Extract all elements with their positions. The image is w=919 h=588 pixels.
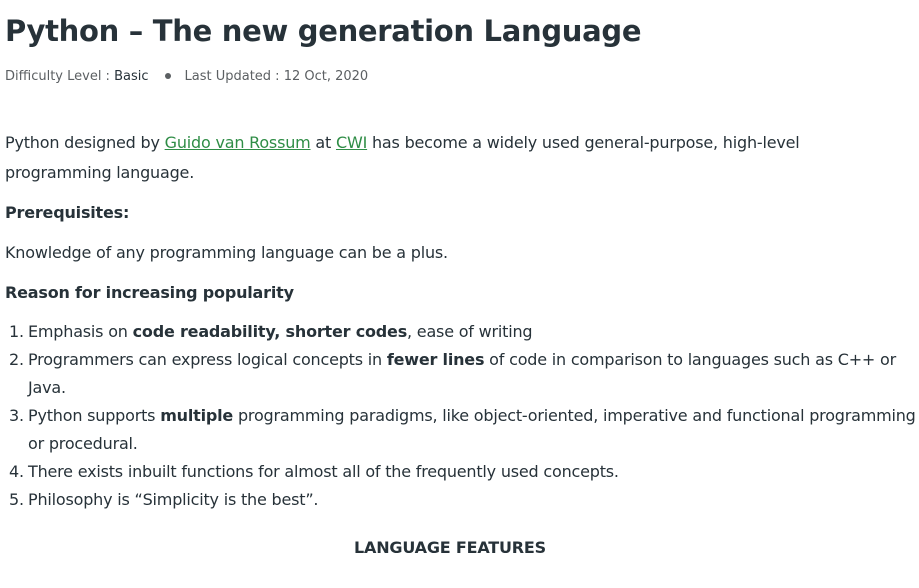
intro-prefix: Python designed by [5,133,165,152]
list-item: Philosophy is “Simplicity is the best”. [9,486,919,514]
cwi-link[interactable]: CWI [336,133,367,152]
guido-link[interactable]: Guido van Rossum [165,133,311,152]
difficulty-level-link[interactable]: Basic [114,69,148,84]
list-item-text: Emphasis on [28,322,133,341]
separator-dot-icon [164,72,171,79]
difficulty-label: Difficulty Level : [5,69,115,84]
list-item: Python supports multiple programming par… [9,402,919,458]
list-item: Emphasis on code readability, shorter co… [9,318,919,346]
list-item: There exists inbuilt functions for almos… [9,458,919,486]
intro-mid: at [310,133,336,152]
list-item-text: Philosophy is “Simplicity is the best”. [28,490,319,509]
list-item: Programmers can express logical concepts… [9,346,919,402]
last-updated: Last Updated : 12 Oct, 2020 [184,69,369,84]
list-item-emphasis: fewer lines [386,350,485,369]
page-title: Python – The new generation Language [5,14,642,48]
section-heading-features: LANGUAGE FEATURES [354,538,546,557]
list-item-text: Python supports [28,406,161,425]
reason-heading: Reason for increasing popularity [5,283,294,302]
list-item-text: , ease of writing [407,322,533,341]
list-item-emphasis: code readability, shorter codes [132,322,408,341]
list-item-text: There exists inbuilt functions for almos… [28,462,619,481]
reasons-list: Emphasis on code readability, shorter co… [5,318,919,514]
list-item-emphasis: multiple [160,406,234,425]
prerequisites-text: Knowledge of any programming language ca… [5,243,448,262]
list-item-text: Programmers can express logical concepts… [28,350,387,369]
article-meta: Difficulty Level : Basic Last Updated : 1… [5,69,368,84]
intro-paragraph: Python designed by Guido van Rossum at C… [5,128,885,188]
prerequisites-heading: Prerequisites: [5,203,130,222]
